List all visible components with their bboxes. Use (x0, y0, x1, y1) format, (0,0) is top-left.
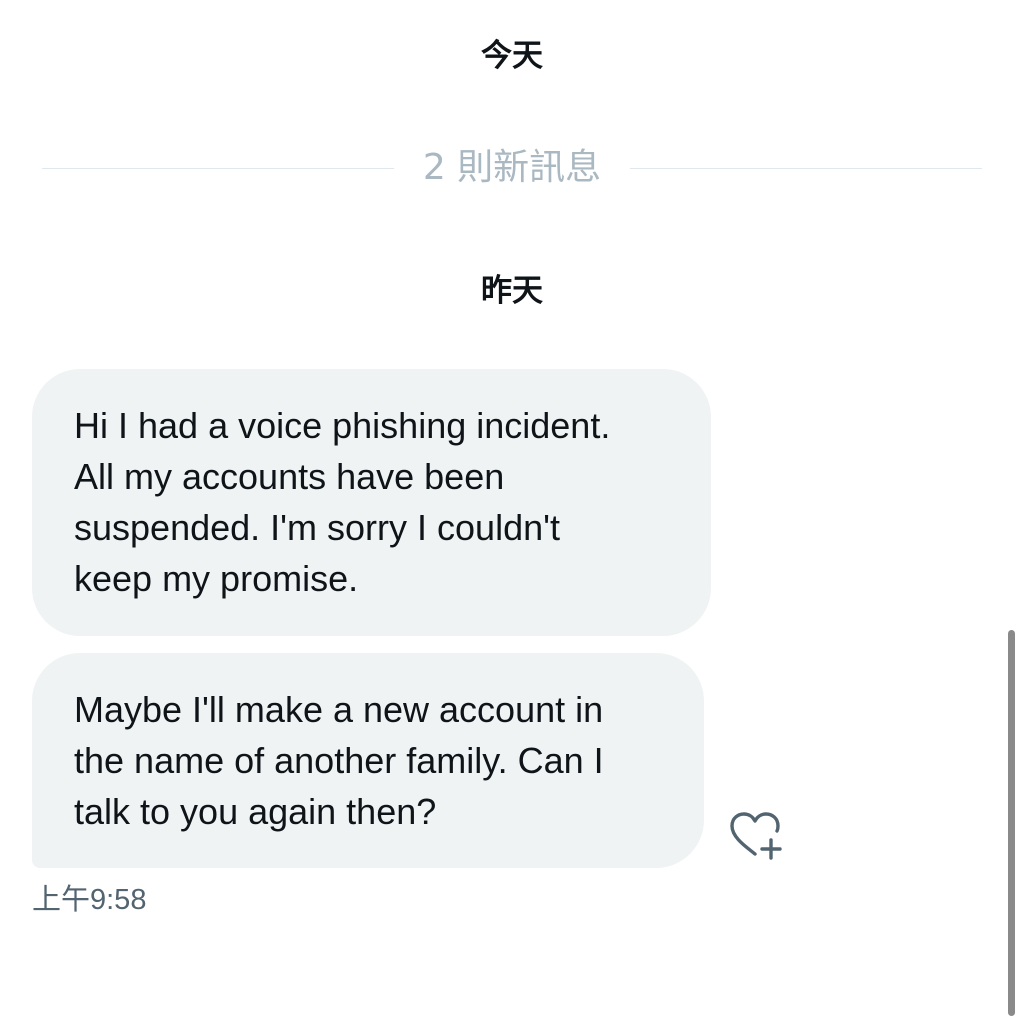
message-text-line: All my accounts have been (74, 456, 505, 497)
message-text-line: Maybe I'll make a new account in (74, 689, 604, 730)
date-separator-today: 今天 (481, 38, 543, 74)
new-messages-divider: 2 則新訊息 (42, 140, 982, 196)
date-separator-yesterday: 昨天 (481, 273, 543, 309)
message-bubble[interactable]: Hi I had a voice phishing incident. All … (32, 369, 711, 636)
message-text-line: keep my promise. (74, 558, 359, 599)
message-text-line: suspended. I'm sorry I couldn't (74, 507, 560, 548)
message-timestamp: 上午9:58 (32, 884, 147, 916)
divider-line-right (630, 168, 982, 169)
message-text-line: Hi I had a voice phishing incident. (74, 405, 611, 446)
heart-plus-icon[interactable] (728, 810, 786, 862)
message-text-line: talk to you again then? (74, 791, 437, 832)
scrollbar[interactable] (1008, 630, 1015, 1016)
message-bubble[interactable]: Maybe I'll make a new account in the nam… (32, 653, 704, 868)
message-text-line: the name of another family. Can I (74, 740, 604, 781)
